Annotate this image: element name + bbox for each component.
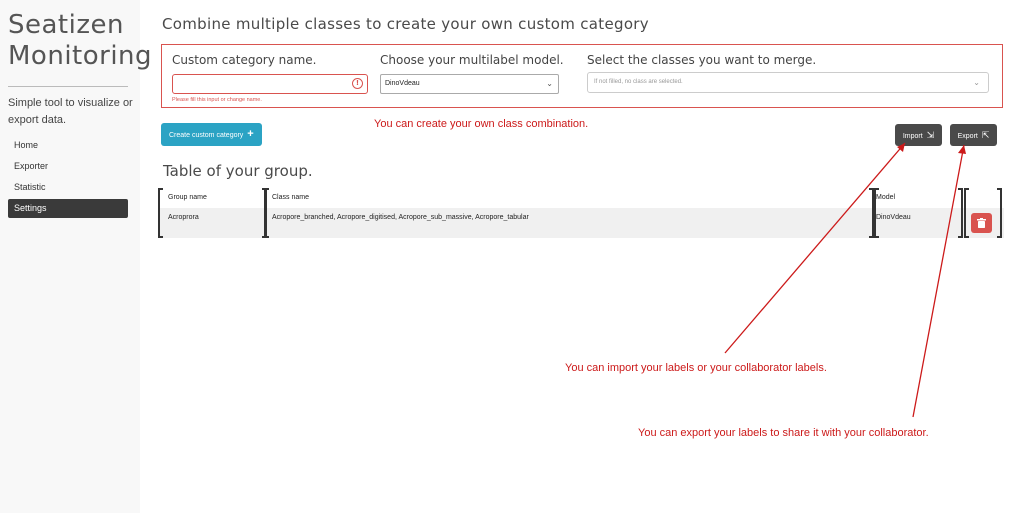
- annotation-export: You can export your labels to share it w…: [638, 427, 929, 439]
- export-arrowhead: [958, 145, 966, 154]
- annotation-import: You can import your labels or your colla…: [565, 362, 827, 374]
- annotation-create: You can create your own class combinatio…: [374, 118, 589, 130]
- export-arrow: [912, 144, 965, 418]
- import-arrow: [724, 142, 906, 354]
